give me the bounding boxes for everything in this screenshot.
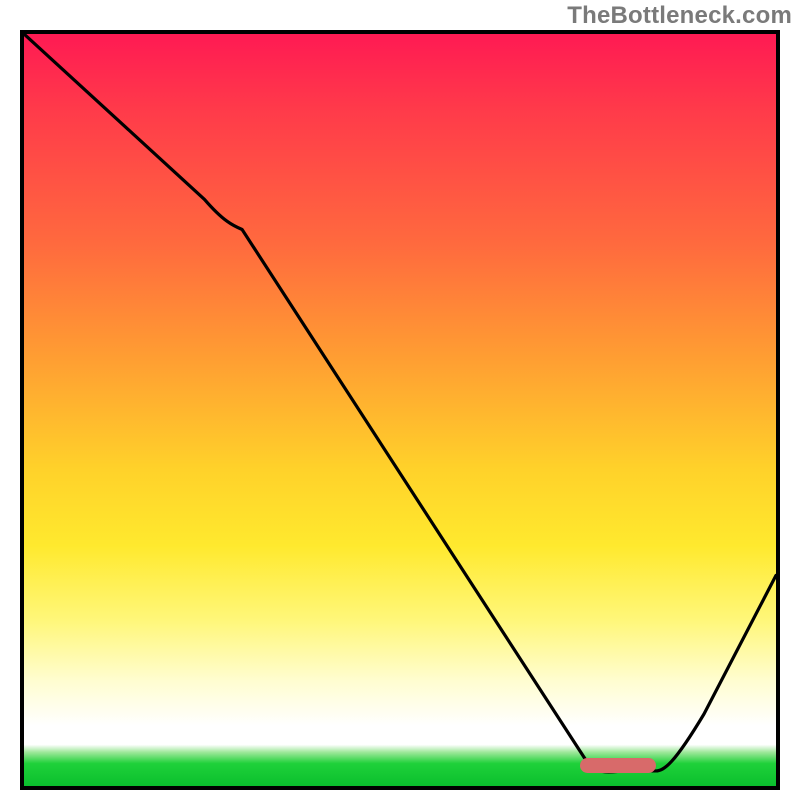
watermark-text: TheBottleneck.com (567, 2, 792, 30)
chart-container: TheBottleneck.com (0, 0, 800, 800)
plot-area (20, 30, 780, 790)
optimal-marker (580, 758, 655, 773)
curve-path (24, 34, 776, 772)
bottleneck-curve (24, 34, 776, 786)
